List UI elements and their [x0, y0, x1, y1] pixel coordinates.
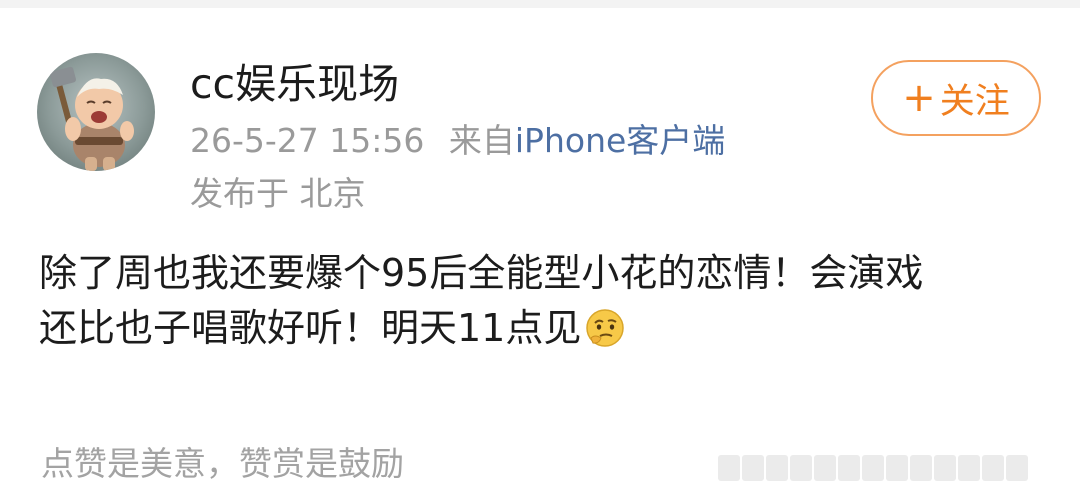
reward-note: 点赞是美意，赞赏是鼓励: [41, 444, 404, 483]
post-text-line: 除了周也我还要爆个95后全能型小花的恋情！会演戏: [39, 251, 924, 295]
thinking-face-emoji-icon: [585, 308, 625, 363]
author-avatar[interactable]: [37, 53, 155, 171]
post-text-line: 还比也子唱歌好听！明天11点见: [39, 301, 1049, 363]
post-location: 发布于 北京: [190, 174, 366, 213]
top-divider: [0, 0, 1080, 8]
post-text-segment: 还比也子唱歌好听！明天11点见: [39, 306, 582, 350]
source-prefix: 来自: [448, 121, 515, 160]
follow-button[interactable]: + 关注: [871, 60, 1041, 136]
author-name[interactable]: cc娱乐现场: [190, 58, 399, 110]
post-meta: 26-5-27 15:56 来自iPhone客户端: [190, 119, 725, 163]
watermark: [718, 449, 1048, 487]
post-timestamp: 26-5-27 15:56: [190, 121, 425, 160]
baby-thor-avatar-icon: [50, 66, 134, 171]
plus-icon: +: [902, 75, 936, 121]
post-body: 除了周也我还要爆个95后全能型小花的恋情！会演戏 还比也子唱歌好听！明天11点见: [39, 246, 1049, 363]
source-device-link[interactable]: iPhone客户端: [515, 121, 725, 160]
follow-button-label: 关注: [939, 81, 1010, 122]
